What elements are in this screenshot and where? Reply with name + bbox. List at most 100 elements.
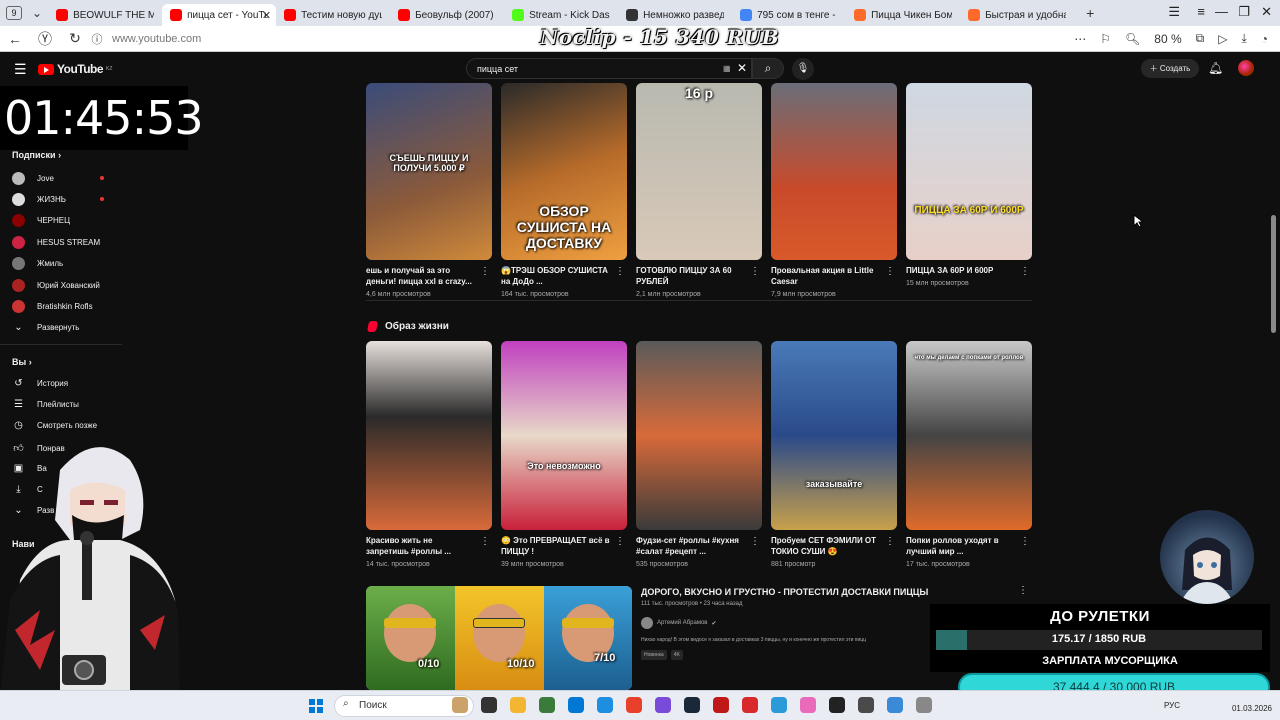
- expand-subscriptions[interactable]: ⌄ Развернуть: [12, 322, 112, 333]
- close-window-icon[interactable]: ✕: [1261, 4, 1272, 20]
- browser-tab[interactable]: Быстрая и удобная д: [960, 4, 1074, 26]
- youtube-logo[interactable]: YouTube KZ: [38, 62, 112, 76]
- taskbar-file-explorer-icon[interactable]: [510, 697, 526, 713]
- taskbar-task-view-icon[interactable]: [481, 697, 497, 713]
- tab-list-chevron-icon[interactable]: ⌄: [26, 6, 48, 20]
- taskbar-app-icon[interactable]: [742, 697, 758, 713]
- subscription-item[interactable]: Юрий Хованский: [12, 279, 112, 292]
- lifestyle-short-thumbnail[interactable]: [366, 341, 492, 530]
- video-menu-icon[interactable]: ⋮: [480, 266, 490, 277]
- account-avatar[interactable]: [1238, 60, 1254, 76]
- video-menu-icon[interactable]: ⋮: [615, 266, 625, 277]
- reload-icon[interactable]: ↻: [60, 30, 90, 47]
- media-icon[interactable]: ▷: [1218, 32, 1227, 46]
- page-scrollbar[interactable]: [1271, 215, 1276, 333]
- keyboard-icon[interactable]: ▦: [723, 64, 731, 73]
- browser-tab[interactable]: Немножко разведен: [618, 4, 732, 26]
- url-field[interactable]: www.youtube.com: [112, 33, 201, 45]
- short-video-thumbnail[interactable]: [771, 83, 897, 260]
- notifications-bell-icon[interactable]: 🔔︎: [1208, 61, 1223, 75]
- subscriptions-heading[interactable]: Подписки ›: [12, 150, 61, 160]
- browser-tab[interactable]: Беовульф (2007) - Yo: [390, 4, 504, 26]
- video-menu-icon[interactable]: ⋮: [885, 536, 895, 547]
- maximize-icon[interactable]: ❐: [1238, 4, 1250, 20]
- you-item[interactable]: ☰ Плейлисты: [12, 399, 112, 410]
- subscription-item[interactable]: HESUS STREAM: [12, 236, 112, 249]
- browser-tab[interactable]: Пицца Чикен Бомбо: [846, 4, 960, 26]
- lifestyle-short-thumbnail[interactable]: Это невозможно: [501, 341, 627, 530]
- lifestyle-short-thumbnail[interactable]: [636, 341, 762, 530]
- taskbar-yandex-browser-icon[interactable]: [626, 697, 642, 713]
- taskbar-settings-icon[interactable]: [858, 697, 874, 713]
- video-menu-icon[interactable]: ⋮: [1020, 536, 1030, 547]
- video-menu-icon[interactable]: ⋮: [615, 536, 625, 547]
- subscription-item[interactable]: ЖИЗНЬ: [12, 193, 112, 206]
- long-video-title[interactable]: ДОРОГО, ВКУСНО И ГРУСТНО - ПРОТЕСТИЛ ДОС…: [641, 587, 941, 598]
- profile-icon[interactable]: ◔: [1261, 32, 1268, 46]
- site-info-icon[interactable]: ⓘ: [90, 31, 104, 47]
- short-video-thumbnail[interactable]: 16 р: [636, 83, 762, 260]
- browser-tab[interactable]: Тестим новую душе: [276, 4, 390, 26]
- browser-tab[interactable]: Stream - Kick Dashbo: [504, 4, 618, 26]
- taskbar-edge-icon[interactable]: [568, 697, 584, 713]
- short-video-thumbnail[interactable]: ОБЗОР СУШИСТА НА ДОСТАВКУ: [501, 83, 627, 260]
- menu-dots-icon[interactable]: ⋯: [1074, 32, 1086, 46]
- bookmarks-icon[interactable]: ☰: [1168, 4, 1180, 20]
- taskbar-obs-icon[interactable]: [829, 697, 845, 713]
- collapse-icon[interactable]: ≡: [1197, 4, 1205, 19]
- browser-tab[interactable]: BEOWULF THE MIGH: [48, 4, 162, 26]
- zoom-icon[interactable]: 🔍︎: [1125, 32, 1140, 46]
- taskbar-app-icon[interactable]: [800, 697, 816, 713]
- lifestyle-short-title[interactable]: 😳 Это ПРЕВРАЩАЕТ всё в ПИЦЦУ !: [501, 535, 611, 557]
- short-video-thumbnail[interactable]: ПИЦЦА ЗА 60Р И 600Р: [906, 83, 1032, 260]
- tab-count-badge[interactable]: 9: [6, 6, 22, 20]
- taskbar-app-icon[interactable]: [539, 697, 555, 713]
- subscription-item[interactable]: Jove: [12, 172, 112, 185]
- short-video-title[interactable]: ГОТОВЛЮ ПИЦЦУ ЗА 60 РУБЛЕЙ: [636, 265, 746, 287]
- long-video-channel[interactable]: Артемий Абрамов ✔: [641, 617, 717, 629]
- zoom-level[interactable]: 80 %: [1154, 32, 1181, 46]
- browser-tab[interactable]: пицца сет - YouTu ✕: [162, 4, 277, 26]
- video-menu-icon[interactable]: ⋮: [480, 536, 490, 547]
- taskbar-app-icon[interactable]: [713, 697, 729, 713]
- voice-search-button[interactable]: 🎙︎: [792, 58, 814, 80]
- taskbar-telegram-icon[interactable]: [771, 697, 787, 713]
- close-tab-icon[interactable]: ✕: [262, 9, 271, 22]
- browser-tab[interactable]: 795 сом в тенге - Пои: [732, 4, 846, 26]
- you-item[interactable]: ↺ История: [12, 378, 112, 389]
- video-menu-icon[interactable]: ⋮: [750, 266, 760, 277]
- lifestyle-short-title[interactable]: Попки роллов уходят в лучший мир ...: [906, 535, 1016, 557]
- yandex-icon[interactable]: Ⓨ: [30, 29, 60, 49]
- long-video-menu-icon[interactable]: ⋮: [1018, 585, 1028, 596]
- clear-search-icon[interactable]: ✕: [737, 61, 747, 75]
- lifestyle-short-title[interactable]: Красиво жить не запретишь #роллы ...: [366, 535, 476, 557]
- subscription-item[interactable]: ЧЕРНЕЦ: [12, 214, 112, 227]
- subscription-item[interactable]: Bratishkin Rofls: [12, 300, 112, 313]
- windows-start-icon[interactable]: [309, 699, 323, 713]
- bookmark-icon[interactable]: ⚐: [1100, 32, 1111, 46]
- lifestyle-short-title[interactable]: Фудзи-сет #роллы #кухня #салат #рецепт .…: [636, 535, 746, 557]
- taskbar-app-icon[interactable]: [916, 697, 932, 713]
- menu-icon[interactable]: ☰: [14, 61, 27, 78]
- short-video-title[interactable]: ПИЦЦА ЗА 60Р И 600Р: [906, 265, 1016, 276]
- short-video-title[interactable]: 😱ТРЭШ ОБЗОР СУШИСТА на ДоДо ...: [501, 265, 611, 287]
- taskbar-steam-icon[interactable]: [684, 697, 700, 713]
- lifestyle-short-thumbnail[interactable]: заказывайте: [771, 341, 897, 530]
- short-video-thumbnail[interactable]: СЪЕШЬ ПИЦЦУ И ПОЛУЧИ 5.000 ₽: [366, 83, 492, 260]
- video-menu-icon[interactable]: ⋮: [750, 536, 760, 547]
- minimize-icon[interactable]: —: [1215, 4, 1228, 19]
- new-tab-plus-icon[interactable]: +: [1080, 5, 1100, 21]
- short-video-title[interactable]: ешь и получай за это деньги! пицца xxl в…: [366, 265, 476, 287]
- system-tray-clock[interactable]: 01.03.2026: [1232, 694, 1272, 713]
- create-button[interactable]: ＋ Создать: [1141, 59, 1199, 78]
- video-menu-icon[interactable]: ⋮: [1020, 266, 1030, 277]
- you-heading[interactable]: Вы ›: [12, 357, 32, 367]
- language-indicator[interactable]: РУС: [1164, 701, 1180, 710]
- short-video-title[interactable]: Провальная акция в Little Caesar: [771, 265, 881, 287]
- taskbar-store-icon[interactable]: [597, 697, 613, 713]
- taskbar-widget-icon[interactable]: [452, 697, 468, 713]
- lifestyle-short-thumbnail[interactable]: что мы делаем с попками от роллов: [906, 341, 1032, 530]
- taskbar-app-icon[interactable]: [887, 697, 903, 713]
- subscription-item[interactable]: Жмиль: [12, 257, 112, 270]
- search-button[interactable]: ⌕: [752, 58, 784, 79]
